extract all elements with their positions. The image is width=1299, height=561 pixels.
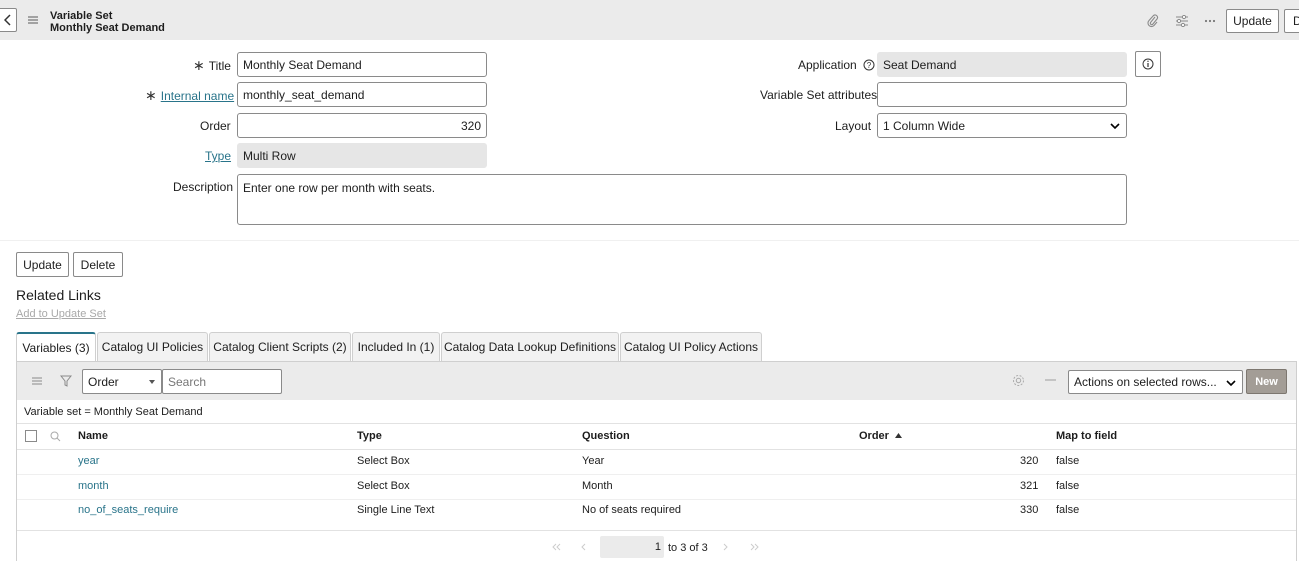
application-label: Application ? xyxy=(798,58,875,72)
header-update-button[interactable]: Update xyxy=(1226,9,1279,33)
divider xyxy=(17,474,1296,475)
tab-catalog-ui-policy-actions[interactable]: Catalog UI Policy Actions xyxy=(620,332,762,361)
search-field-select[interactable]: Order xyxy=(82,369,162,394)
application-field: Seat Demand xyxy=(877,52,1127,77)
tab-included-in[interactable]: Included In (1) xyxy=(352,332,440,361)
row-name-link[interactable]: year xyxy=(78,455,99,467)
pagination-range: to 3 of 3 xyxy=(668,542,708,554)
row-type: Select Box xyxy=(357,480,410,492)
required-icon: ∗ xyxy=(145,87,157,103)
record-name: Monthly Seat Demand xyxy=(50,22,165,34)
select-all-checkbox[interactable] xyxy=(25,430,37,442)
divider xyxy=(17,499,1296,500)
collapse-icon[interactable] xyxy=(1045,379,1056,381)
personalize-form-icon[interactable] xyxy=(1174,13,1190,29)
order-label: Order xyxy=(200,119,231,133)
search-icon[interactable] xyxy=(50,431,61,442)
info-icon xyxy=(1142,58,1154,70)
row-question: Month xyxy=(582,480,613,492)
add-to-update-set-link[interactable]: Add to Update Set xyxy=(16,308,106,320)
divider xyxy=(17,449,1296,450)
attributes-label: Variable Set attributes xyxy=(760,88,878,102)
type-field: Multi Row xyxy=(237,143,487,168)
row-order: 320 xyxy=(1020,455,1039,467)
description-textarea[interactable]: Enter one row per month with seats. xyxy=(237,174,1127,225)
search-field-value: Order xyxy=(88,374,119,389)
title-input[interactable]: Monthly Seat Demand xyxy=(237,52,487,77)
filter-icon[interactable] xyxy=(60,375,72,387)
tab-catalog-data-lookup-definitions[interactable]: Catalog Data Lookup Definitions xyxy=(441,332,619,361)
row-order: 330 xyxy=(1020,504,1039,516)
column-header-order[interactable]: Order xyxy=(859,430,903,442)
row-map-to-field: false xyxy=(1056,480,1080,492)
row-map-to-field: false xyxy=(1056,504,1080,516)
list-settings-gear-icon[interactable] xyxy=(1012,374,1025,387)
column-header-map-to-field[interactable]: Map to field xyxy=(1056,430,1117,442)
record-type: Variable Set xyxy=(50,10,113,22)
attributes-input[interactable] xyxy=(877,82,1127,107)
row-name-link[interactable]: no_of_seats_require xyxy=(78,504,178,516)
search-input[interactable]: Search xyxy=(162,369,282,394)
tab-catalog-ui-policies[interactable]: Catalog UI Policies xyxy=(97,332,208,361)
chevron-down-icon xyxy=(1110,123,1120,130)
internal-name-link[interactable]: Internal name xyxy=(161,89,234,103)
record-title: Variable Set Monthly Seat Demand xyxy=(50,10,165,34)
previous-page-icon[interactable] xyxy=(580,543,586,551)
related-links-heading: Related Links xyxy=(16,287,101,303)
actions-on-selected-rows-select[interactable]: Actions on selected rows... xyxy=(1068,370,1243,394)
svg-text:?: ? xyxy=(867,61,872,70)
current-page-input[interactable]: 1 xyxy=(600,536,664,558)
description-label: Description xyxy=(173,180,234,194)
update-button[interactable]: Update xyxy=(16,252,69,277)
last-page-icon[interactable] xyxy=(749,543,761,551)
internal-name-input[interactable]: monthly_seat_demand xyxy=(237,82,487,107)
row-name-link[interactable]: month xyxy=(78,480,109,492)
row-type: Single Line Text xyxy=(357,504,435,516)
divider xyxy=(17,530,1296,531)
row-question: Year xyxy=(582,455,605,467)
actions-selected-value: Actions on selected rows... xyxy=(1074,375,1217,389)
row-order: 321 xyxy=(1020,480,1039,492)
tab-catalog-client-scripts[interactable]: Catalog Client Scripts (2) xyxy=(209,332,351,361)
layout-selected-value: 1 Column Wide xyxy=(883,118,966,133)
column-header-order-label: Order xyxy=(859,430,889,442)
next-page-icon[interactable] xyxy=(723,543,729,551)
chevron-down-icon xyxy=(1226,380,1236,387)
context-menu-icon[interactable] xyxy=(27,13,39,27)
row-type: Select Box xyxy=(357,455,410,467)
layout-label: Layout xyxy=(835,119,872,133)
attachment-icon[interactable] xyxy=(1145,13,1161,29)
row-map-to-field: false xyxy=(1056,455,1080,467)
internal-name-label: ∗ Internal name xyxy=(145,88,234,103)
title-label: ∗ Title xyxy=(193,57,231,73)
type-label: Type xyxy=(205,149,231,163)
delete-button[interactable]: Delete xyxy=(73,252,123,277)
header-delete-button[interactable]: D xyxy=(1284,9,1299,33)
application-info-button[interactable] xyxy=(1135,51,1161,77)
tab-variables[interactable]: Variables (3) xyxy=(16,332,96,362)
column-header-name[interactable]: Name xyxy=(78,430,108,442)
chevron-left-icon xyxy=(3,14,11,26)
new-button[interactable]: New xyxy=(1246,369,1287,394)
help-icon[interactable]: ? xyxy=(863,59,875,71)
form-header: Variable Set Monthly Seat Demand Update … xyxy=(0,0,1299,40)
layout-select[interactable]: 1 Column Wide xyxy=(877,113,1127,138)
list-menu-icon[interactable] xyxy=(31,376,43,386)
divider xyxy=(17,423,1296,424)
section-divider xyxy=(0,240,1299,241)
order-input[interactable]: 320 xyxy=(237,113,487,138)
list-breadcrumb[interactable]: Variable set = Monthly Seat Demand xyxy=(24,406,203,418)
required-icon: ∗ xyxy=(193,57,205,73)
column-header-question[interactable]: Question xyxy=(582,430,630,442)
first-page-icon[interactable] xyxy=(550,543,562,551)
caret-down-icon xyxy=(149,380,155,384)
column-header-type[interactable]: Type xyxy=(357,430,382,442)
back-button[interactable] xyxy=(0,8,17,32)
row-question: No of seats required xyxy=(582,504,682,516)
sort-ascending-icon xyxy=(895,433,903,438)
more-options-icon[interactable] xyxy=(1202,13,1218,29)
type-link[interactable]: Type xyxy=(205,149,231,163)
